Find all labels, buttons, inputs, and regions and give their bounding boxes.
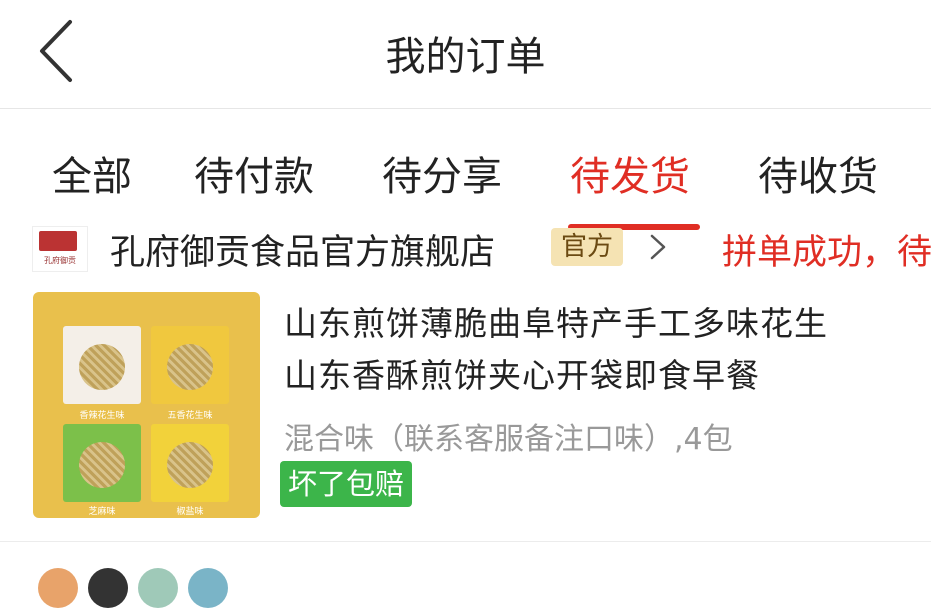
package-label: 香辣花生味	[79, 411, 125, 421]
divider	[0, 541, 931, 542]
avatar	[38, 568, 78, 608]
tab-pending-shipment[interactable]: 待发货	[570, 144, 690, 202]
tab-all[interactable]: 全部	[52, 144, 132, 202]
chevron-right-icon[interactable]	[648, 232, 668, 262]
product-title-line: 山东煎饼薄脆曲阜特产手工多味花生	[284, 304, 828, 343]
package-pepper-salt	[151, 424, 229, 502]
shop-name[interactable]: 孔府御贡食品官方旗舰店	[110, 226, 495, 274]
product-image[interactable]: 香辣花生味 五香花生味 芝麻味 椒盐味	[33, 292, 260, 518]
package-sesame	[63, 424, 141, 502]
avatar	[138, 568, 178, 608]
shop-logo: 孔府御贡	[32, 226, 88, 272]
package-label: 芝麻味	[88, 507, 116, 517]
product-title-line: 山东香酥煎饼夹心开袋即食早餐	[284, 356, 760, 395]
tab-pending-payment[interactable]: 待付款	[194, 144, 314, 202]
page-title: 我的订单	[385, 34, 546, 80]
package-five-spice-peanut	[151, 326, 229, 404]
order-status-tabs: 全部 待付款 待分享 待发货 待收货	[0, 110, 931, 232]
top-nav-bar: 我的订单	[0, 0, 931, 109]
tab-pending-receipt[interactable]: 待收货	[758, 144, 878, 202]
tab-pending-share[interactable]: 待分享	[382, 144, 502, 202]
product-title[interactable]: 山东煎饼薄脆曲阜特产手工多味花生 山东香酥煎饼夹心开袋即食早餐	[284, 298, 914, 402]
avatar	[188, 568, 228, 608]
product-spec: 混合味（联系客服备注口味）,4包	[284, 422, 733, 457]
order-status: 拼单成功，待	[722, 233, 931, 273]
avatar	[88, 568, 128, 608]
package-spicy-peanut	[63, 326, 141, 404]
package-label: 椒盐味	[176, 507, 204, 517]
shop-header[interactable]: 孔府御贡 孔府御贡食品官方旗舰店 官方 拼单成功，待	[0, 226, 931, 274]
package-label: 五香花生味	[167, 411, 213, 421]
damage-guarantee-badge: 坏了包赔	[280, 461, 413, 507]
official-badge: 官方	[551, 228, 624, 266]
